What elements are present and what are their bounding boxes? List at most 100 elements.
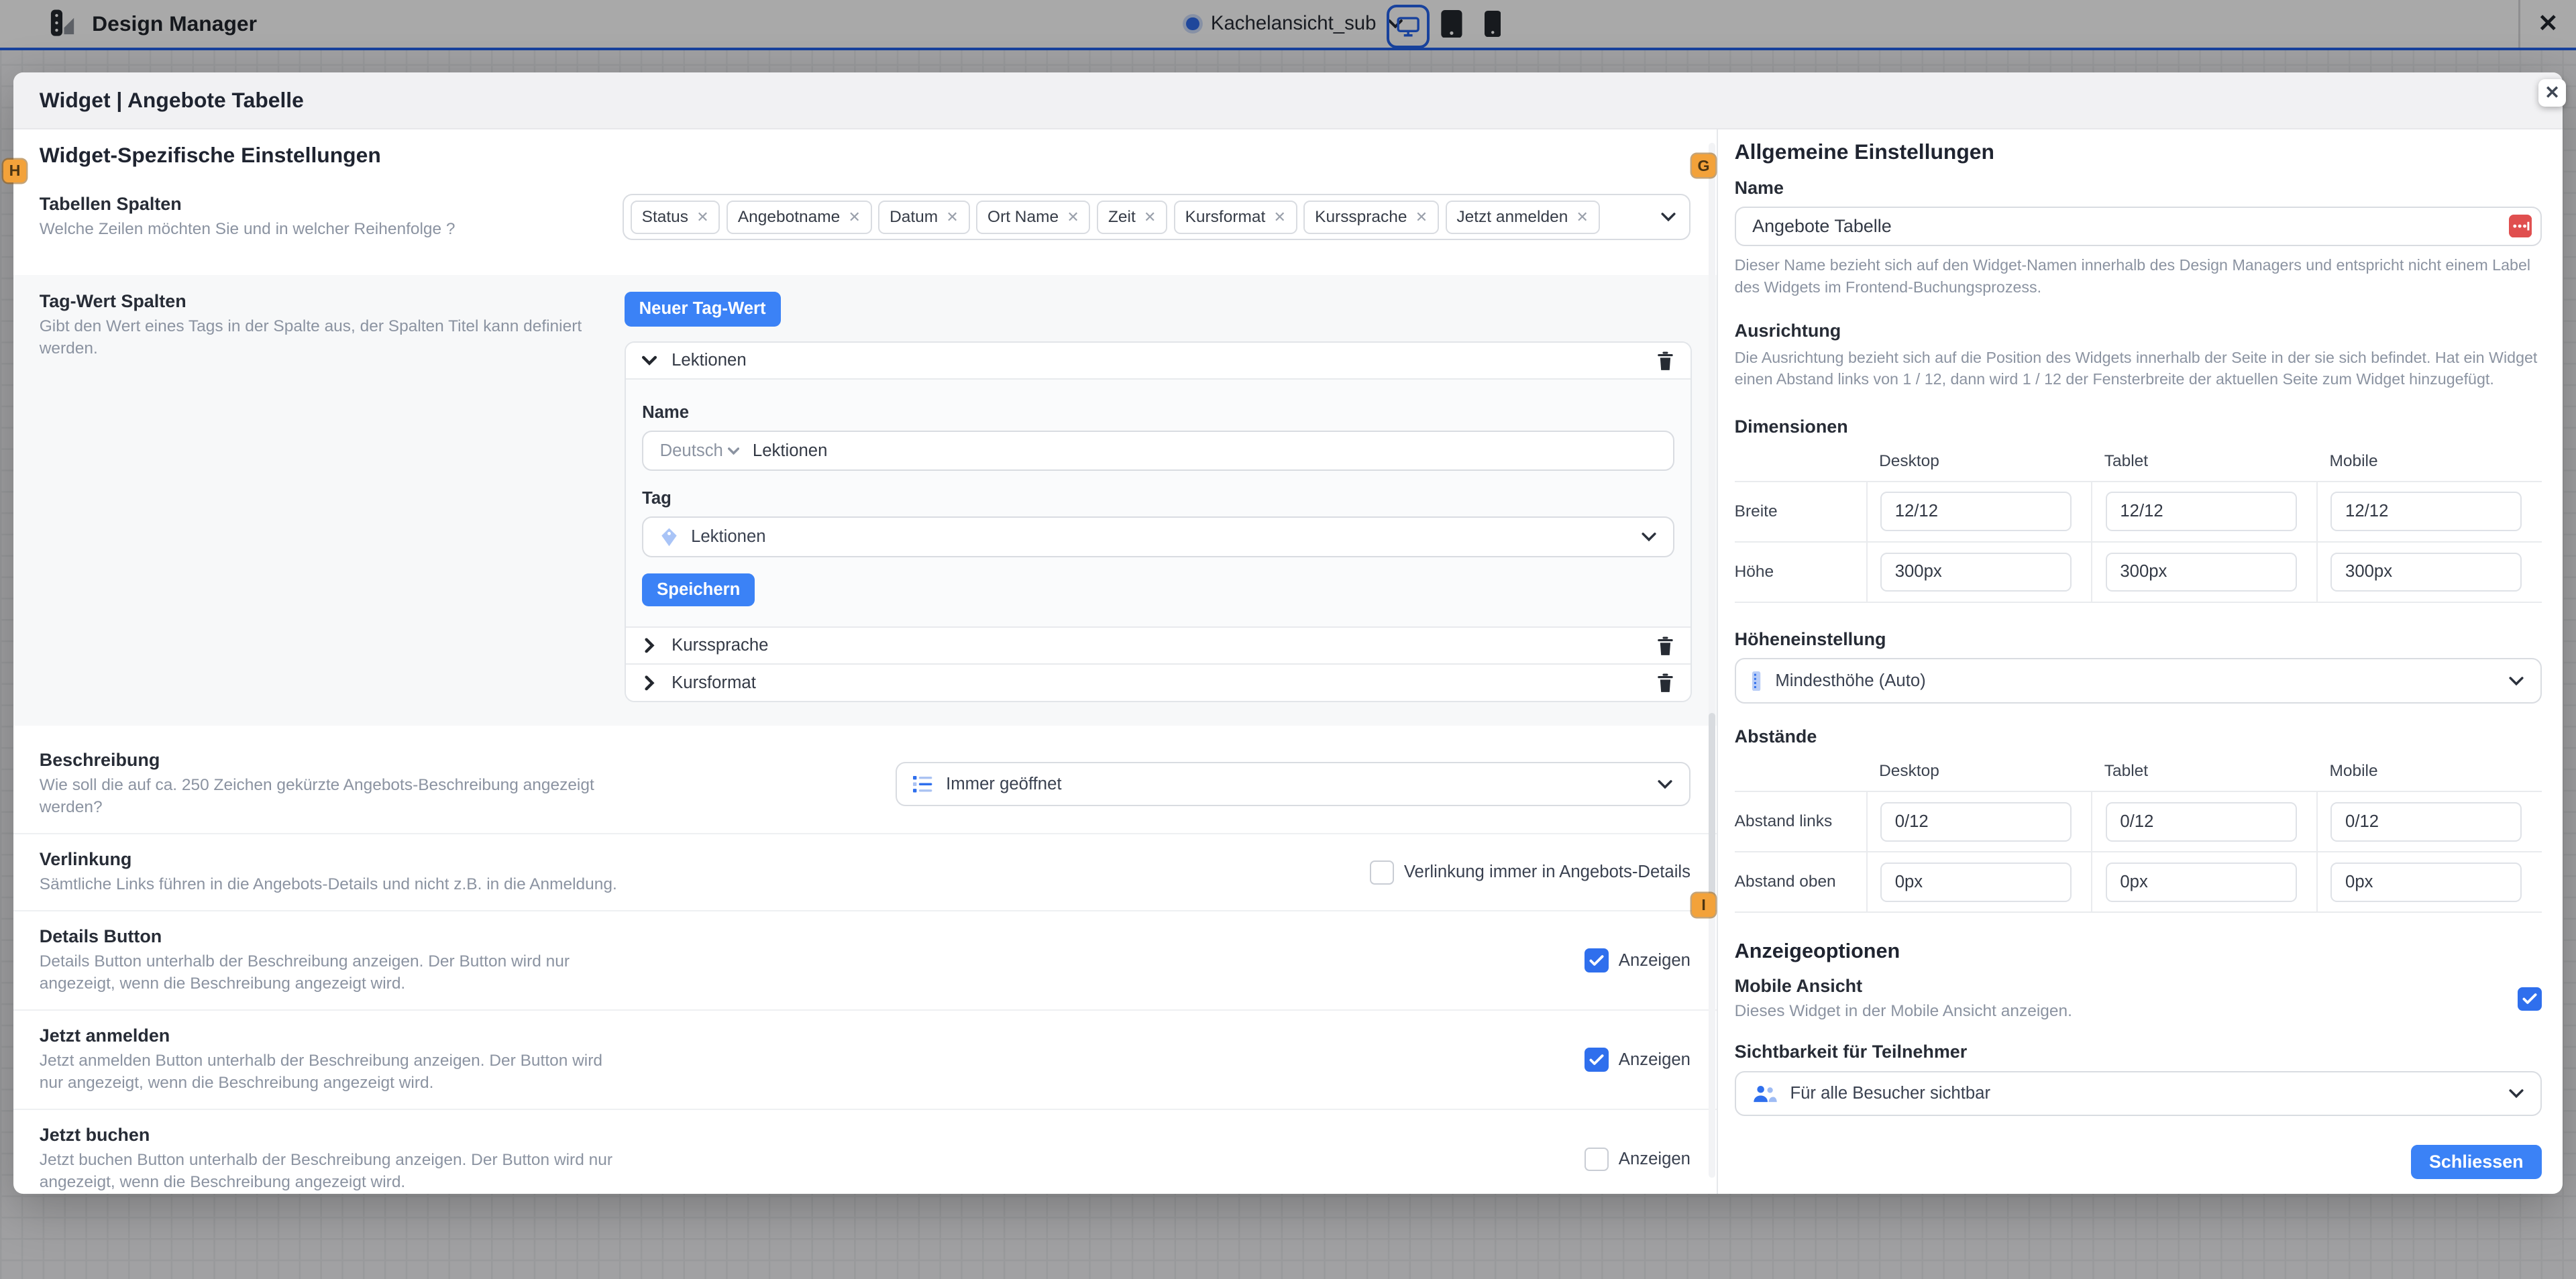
hoeheneinstellung-label: Höheneinstellung (1735, 629, 2542, 650)
modal-title: Widget | Angebote Tabelle (40, 88, 304, 113)
column-header-desktop: Desktop (1866, 756, 2092, 791)
tabellen-spalten-multiselect[interactable]: Status✕ Angebotname✕ Datum✕ Ort Name✕ Ze… (623, 194, 1690, 240)
chevron-down-icon (1661, 212, 1676, 222)
chevron-right-icon (645, 675, 655, 690)
verlinkung-desc: Sämtliche Links führen in die Angebots-D… (40, 873, 618, 895)
abstaende-label: Abstände (1735, 726, 2542, 747)
hint-badge-i: I (1692, 893, 1715, 916)
breite-mobile-input[interactable] (2330, 492, 2522, 531)
details-button-label: Details Button (40, 926, 618, 947)
widget-specific-settings-panel: Widget-Spezifische Einstellungen Tabelle… (13, 129, 1719, 1194)
widget-name-input[interactable] (1735, 207, 2542, 246)
hint-badge-h: H (3, 160, 26, 182)
chevron-right-icon (645, 638, 655, 653)
details-button-checkbox[interactable] (1585, 948, 1609, 972)
left-scrollbar-thumb[interactable] (1709, 713, 1715, 902)
hoeheneinstellung-select[interactable]: Mindesthöhe (Auto) (1735, 658, 2542, 704)
tag-name-input[interactable]: Deutsch Lektionen (642, 431, 1674, 471)
abstand-oben-desktop-input[interactable] (1880, 863, 2072, 902)
jetzt-anmelden-label: Jetzt anmelden (40, 1025, 618, 1046)
verlinkung-checkbox[interactable] (1370, 860, 1394, 885)
language-selector[interactable]: Deutsch (660, 441, 740, 461)
accordion-item-kursformat[interactable]: Kursformat (626, 663, 1691, 701)
translate-icon[interactable] (2509, 215, 2532, 237)
chip-remove-icon[interactable]: ✕ (1144, 209, 1156, 226)
jetzt-buchen-desc: Jetzt buchen Button unterhalb der Beschr… (40, 1149, 618, 1193)
neuer-tag-wert-button[interactable]: Neuer Tag-Wert (625, 292, 781, 326)
column-chip: Ort Name✕ (976, 201, 1090, 235)
jetzt-anmelden-row: Jetzt anmelden Jetzt anmelden Button unt… (13, 1009, 1717, 1109)
abstand-links-mobile-input[interactable] (2330, 802, 2522, 842)
jetzt-anmelden-checkbox[interactable] (1585, 1048, 1609, 1072)
sichtbarkeit-value: Für alle Besucher sichtbar (1790, 1084, 1990, 1103)
jetzt-buchen-checkbox-label: Anzeigen (1619, 1150, 1690, 1169)
tag-wert-desc: Gibt den Wert eines Tags in der Spalte a… (40, 315, 618, 359)
chip-remove-icon[interactable]: ✕ (848, 209, 860, 226)
modal-header: Widget | Angebote Tabelle (13, 72, 2563, 129)
mobile-ansicht-desc: Dieses Widget in der Mobile Ansicht anze… (1735, 1000, 2072, 1022)
beschreibung-select-value: Immer geöffnet (946, 775, 1061, 794)
hoehe-desktop-input[interactable] (1880, 553, 2072, 592)
hoehe-row-label: Höhe (1735, 541, 1866, 602)
tag-icon (660, 526, 678, 548)
tag-select[interactable]: Lektionen (642, 516, 1674, 557)
right-panel-heading: Allgemeine Einstellungen (1735, 140, 2542, 164)
accordion-item-kurssprache[interactable]: Kurssprache (626, 626, 1691, 664)
column-header-mobile: Mobile (2316, 445, 2542, 480)
general-settings-panel: Allgemeine Einstellungen Name Dieser Nam… (1718, 129, 2563, 1194)
abstand-links-tablet-input[interactable] (2106, 802, 2297, 842)
abstand-oben-mobile-input[interactable] (2330, 863, 2522, 902)
speichern-button[interactable]: Speichern (642, 573, 755, 606)
schliessen-button[interactable]: Schliessen (2411, 1145, 2542, 1179)
mobile-ansicht-checkbox[interactable] (2518, 987, 2542, 1011)
dimensionen-label: Dimensionen (1735, 416, 2542, 437)
mobile-ansicht-label: Mobile Ansicht (1735, 976, 2072, 997)
tag-wert-accordion: Lektionen Name Deutsch (625, 341, 1693, 703)
widget-settings-modal: Widget | Angebote Tabelle Widget-Spezifi… (13, 72, 2563, 1194)
sichtbarkeit-select[interactable]: Für alle Besucher sichtbar (1735, 1071, 2542, 1117)
left-panel-heading: Widget-Spezifische Einstellungen (40, 143, 1690, 168)
chevron-down-icon (1658, 779, 1672, 789)
tag-select-value: Lektionen (691, 527, 765, 547)
breite-tablet-input[interactable] (2106, 492, 2297, 531)
accordion-body: Name Deutsch Lektionen Tag (626, 378, 1691, 626)
accordion-title: Kursformat (672, 673, 756, 693)
beschreibung-label: Beschreibung (40, 750, 618, 771)
chip-remove-icon[interactable]: ✕ (1415, 209, 1428, 226)
chevron-down-icon (2509, 1089, 2524, 1099)
chip-remove-icon[interactable]: ✕ (1576, 209, 1589, 226)
abstaende-table: Desktop Tablet Mobile Abstand links Abst… (1735, 756, 2542, 913)
left-scrollbar-track[interactable] (1709, 143, 1715, 1178)
verlinkung-checkbox-label: Verlinkung immer in Angebots-Details (1404, 863, 1690, 882)
screen: Design Manager Kachelansicht_sub ✕ Widge… (0, 0, 2576, 1279)
chip-remove-icon[interactable]: ✕ (946, 209, 958, 226)
abstand-oben-tablet-input[interactable] (2106, 863, 2297, 902)
beschreibung-select[interactable]: Immer geöffnet (896, 762, 1690, 806)
accordion-item-lektionen[interactable]: Lektionen (626, 343, 1691, 379)
column-chip: Kursformat✕ (1174, 201, 1297, 235)
chip-remove-icon[interactable]: ✕ (1274, 209, 1286, 226)
trash-icon[interactable] (1656, 635, 1674, 657)
tabellen-spalten-label: Tabellen Spalten (40, 194, 618, 215)
beschreibung-row: Beschreibung Wie soll die auf ca. 250 Ze… (13, 735, 1717, 833)
chip-remove-icon[interactable]: ✕ (696, 209, 708, 226)
chip-remove-icon[interactable]: ✕ (1067, 209, 1079, 226)
jetzt-anmelden-checkbox-row: Anzeigen (1585, 1048, 1690, 1072)
modal-close-button[interactable]: ✕ (2538, 79, 2567, 107)
breite-desktop-input[interactable] (1880, 492, 2072, 531)
hoehe-mobile-input[interactable] (2330, 553, 2522, 592)
ausrichtung-label: Ausrichtung (1735, 321, 2542, 341)
column-chip: Jetzt anmelden✕ (1446, 201, 1600, 235)
dimensionen-table: Desktop Tablet Mobile Breite Höhe (1735, 445, 2542, 603)
verlinkung-checkbox-row: Verlinkung immer in Angebots-Details (1370, 860, 1690, 885)
verlinkung-label: Verlinkung (40, 849, 618, 870)
trash-icon[interactable] (1656, 672, 1674, 693)
accordion-title: Lektionen (672, 351, 746, 370)
abstand-links-desktop-input[interactable] (1880, 802, 2072, 842)
trash-icon[interactable] (1656, 350, 1674, 372)
hoehe-tablet-input[interactable] (2106, 553, 2297, 592)
column-header-desktop: Desktop (1866, 445, 2092, 480)
list-icon (913, 776, 932, 792)
column-chip: Kurssprache✕ (1303, 201, 1438, 235)
jetzt-buchen-checkbox[interactable] (1585, 1148, 1609, 1172)
